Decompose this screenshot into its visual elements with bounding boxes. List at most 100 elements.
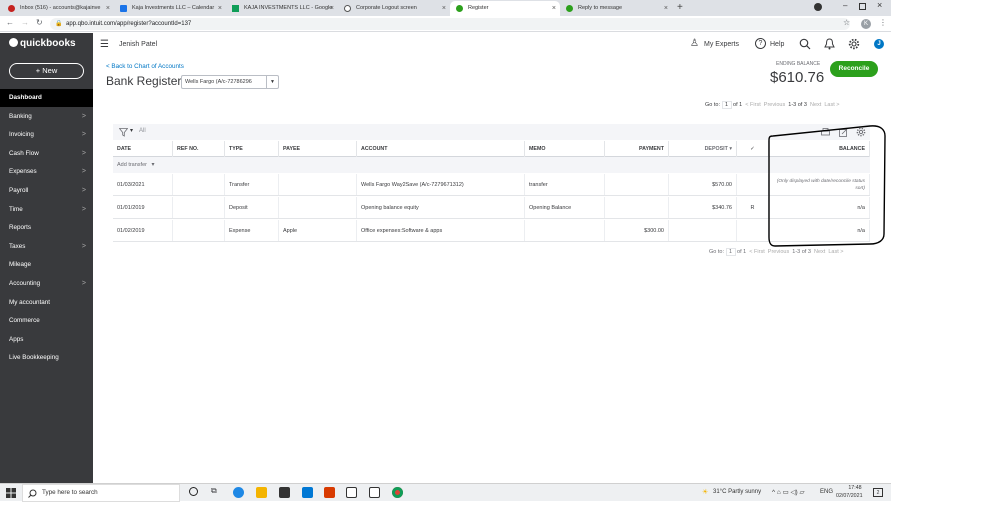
- pager-first[interactable]: < First: [745, 102, 760, 108]
- sidebar-item-time[interactable]: Time >: [0, 201, 93, 219]
- taskbar-search-box[interactable]: Type here to search: [22, 484, 180, 502]
- add-transfer-row[interactable]: Add transfer ▾: [113, 157, 870, 173]
- chevron-down-icon[interactable]: ▾: [152, 162, 155, 168]
- table-row[interactable]: 01/03/2021 Transfer Wells Fargo Way2Save (…: [113, 174, 870, 196]
- pager-previous[interactable]: Previous: [764, 102, 785, 108]
- browser-tab-register[interactable]: Register ×: [450, 1, 560, 16]
- sidebar-item-accounting[interactable]: Accounting >: [0, 275, 93, 293]
- my-experts-icon[interactable]: ♙: [690, 38, 699, 49]
- pager-page-input[interactable]: 1: [721, 101, 732, 109]
- main-content: ☰ Jenish Patel ♙ My Experts ? Help J < B…: [93, 33, 891, 483]
- maximize-button[interactable]: [859, 3, 866, 10]
- column-header-payee[interactable]: PAYEE: [279, 141, 357, 157]
- system-tray-icons[interactable]: ^ ⌂ ▭ ◁) ▱: [772, 488, 805, 496]
- browser-tab-drive[interactable]: KAJA INVESTMENTS LLC - Google ×: [226, 1, 338, 16]
- my-experts-link[interactable]: My Experts: [704, 41, 739, 48]
- browser-tab-logout[interactable]: Corporate Logout screen ×: [338, 1, 450, 16]
- sidebar-item-my-accountant[interactable]: My accountant: [0, 294, 93, 312]
- sidebar-item-commerce[interactable]: Commerce: [0, 312, 93, 330]
- back-to-chart-of-accounts-link[interactable]: < Back to Chart of Accounts: [106, 63, 184, 70]
- language-indicator[interactable]: ENG: [820, 489, 833, 495]
- browser-menu-icon[interactable]: ⋮: [879, 18, 887, 27]
- filter-funnel-icon[interactable]: [119, 128, 128, 137]
- pager-page-input[interactable]: 1: [725, 248, 736, 256]
- column-header-payment[interactable]: PAYMENT: [605, 141, 669, 157]
- reload-icon[interactable]: ↻: [36, 18, 43, 27]
- sidebar-item-payroll[interactable]: Payroll >: [0, 182, 93, 200]
- clock-time[interactable]: 17:48: [842, 485, 868, 491]
- filter-dropdown-icon[interactable]: ▾: [130, 127, 133, 134]
- close-tab-icon[interactable]: ×: [330, 1, 334, 16]
- office-icon[interactable]: [324, 487, 335, 498]
- pager-next[interactable]: Next: [814, 249, 825, 255]
- close-window-button[interactable]: ×: [877, 0, 882, 10]
- column-header-date[interactable]: DATE: [113, 141, 173, 157]
- browser-tab-gmail[interactable]: Inbox (516) - accounts@kajainve ×: [2, 1, 114, 16]
- reconcile-button[interactable]: Reconcile: [830, 61, 878, 77]
- column-header-ref-no[interactable]: REF NO.: [173, 141, 225, 157]
- sidebar-item-cash-flow[interactable]: Cash Flow >: [0, 145, 93, 163]
- close-tab-icon[interactable]: ×: [106, 1, 110, 16]
- notifications-icon[interactable]: 2: [873, 488, 883, 497]
- pager-previous[interactable]: Previous: [768, 249, 789, 255]
- notification-bell-icon[interactable]: [824, 38, 835, 50]
- pager-last[interactable]: Last >: [824, 102, 839, 108]
- table-row[interactable]: 01/01/2019 Deposit Opening balance equity O…: [113, 197, 870, 219]
- pager-first[interactable]: < First: [749, 249, 764, 255]
- sidebar-item-live-bookkeeping[interactable]: Live Bookkeeping: [0, 349, 93, 367]
- user-avatar[interactable]: J: [874, 39, 884, 49]
- help-link[interactable]: Help: [770, 41, 784, 48]
- minimize-button[interactable]: –: [843, 1, 847, 10]
- weather-text[interactable]: 31°C Partly sunny: [713, 489, 761, 495]
- task-app-icon[interactable]: [369, 487, 380, 498]
- url-input[interactable]: 🔒 app.qbo.intuit.com/app/register?accoun…: [50, 18, 850, 30]
- bookmark-star-icon[interactable]: ☆: [843, 18, 850, 27]
- sidebar-item-taxes[interactable]: Taxes >: [0, 238, 93, 256]
- store-icon[interactable]: [279, 487, 290, 498]
- file-explorer-icon[interactable]: [256, 487, 267, 498]
- close-tab-icon[interactable]: ×: [442, 1, 446, 16]
- close-tab-icon[interactable]: ×: [664, 1, 668, 16]
- column-header-account[interactable]: ACCOUNT: [357, 141, 525, 157]
- close-tab-icon[interactable]: ×: [218, 1, 222, 16]
- sidebar-item-dashboard[interactable]: Dashboard: [0, 89, 93, 107]
- sidebar-item-apps[interactable]: Apps: [0, 331, 93, 349]
- cortana-icon[interactable]: [189, 487, 198, 496]
- pager-next[interactable]: Next: [810, 102, 821, 108]
- clock-date[interactable]: 02/07/2021: [836, 493, 863, 499]
- new-tab-button[interactable]: +: [677, 2, 683, 13]
- sidebar-item-mileage[interactable]: Mileage: [0, 256, 93, 274]
- browser-tab-calendar[interactable]: Kaja Investments LLC – Calendar ×: [114, 1, 226, 16]
- column-header-type[interactable]: TYPE: [225, 141, 279, 157]
- edge-icon[interactable]: [233, 487, 244, 498]
- help-icon[interactable]: ?: [755, 38, 766, 49]
- pager-goto-label: Go to:: [709, 249, 724, 255]
- browser-tab-reply[interactable]: Reply to message ×: [560, 1, 672, 16]
- account-select[interactable]: Wells Fargo (A/c-72786296 ▼: [181, 75, 279, 89]
- sidebar-item-expenses[interactable]: Expenses >: [0, 163, 93, 181]
- table-row[interactable]: 01/02/2019 Expense Apple Office expenses:So…: [113, 220, 870, 242]
- sidebar-item-reports[interactable]: Reports: [0, 219, 93, 237]
- search-icon[interactable]: [799, 38, 811, 50]
- media-icon[interactable]: [814, 3, 822, 11]
- sidebar-item-banking[interactable]: Banking >: [0, 108, 93, 126]
- add-transfer-label[interactable]: Add transfer: [117, 162, 147, 168]
- chrome-icon[interactable]: [392, 487, 403, 498]
- forward-arrow-icon[interactable]: →: [21, 18, 29, 27]
- back-arrow-icon[interactable]: ←: [6, 18, 14, 27]
- sidebar-item-invoicing[interactable]: Invoicing >: [0, 126, 93, 144]
- close-tab-icon[interactable]: ×: [552, 1, 556, 16]
- quickbooks-logo[interactable]: quickbooks: [9, 38, 76, 49]
- pager-last[interactable]: Last >: [828, 249, 843, 255]
- task-view-icon[interactable]: ⧉: [211, 486, 217, 496]
- column-header-deposit[interactable]: DEPOSIT ▾: [669, 141, 737, 157]
- hamburger-menu-icon[interactable]: ☰: [100, 39, 109, 50]
- mail-icon[interactable]: [302, 487, 313, 498]
- settings-gear-icon[interactable]: [848, 38, 860, 50]
- windows-start-icon[interactable]: [6, 488, 16, 498]
- task-app-icon[interactable]: [346, 487, 357, 498]
- company-name[interactable]: Jenish Patel: [119, 41, 157, 48]
- column-header-memo[interactable]: MEMO: [525, 141, 605, 157]
- new-button[interactable]: + New: [9, 63, 84, 79]
- profile-avatar[interactable]: K: [861, 19, 871, 29]
